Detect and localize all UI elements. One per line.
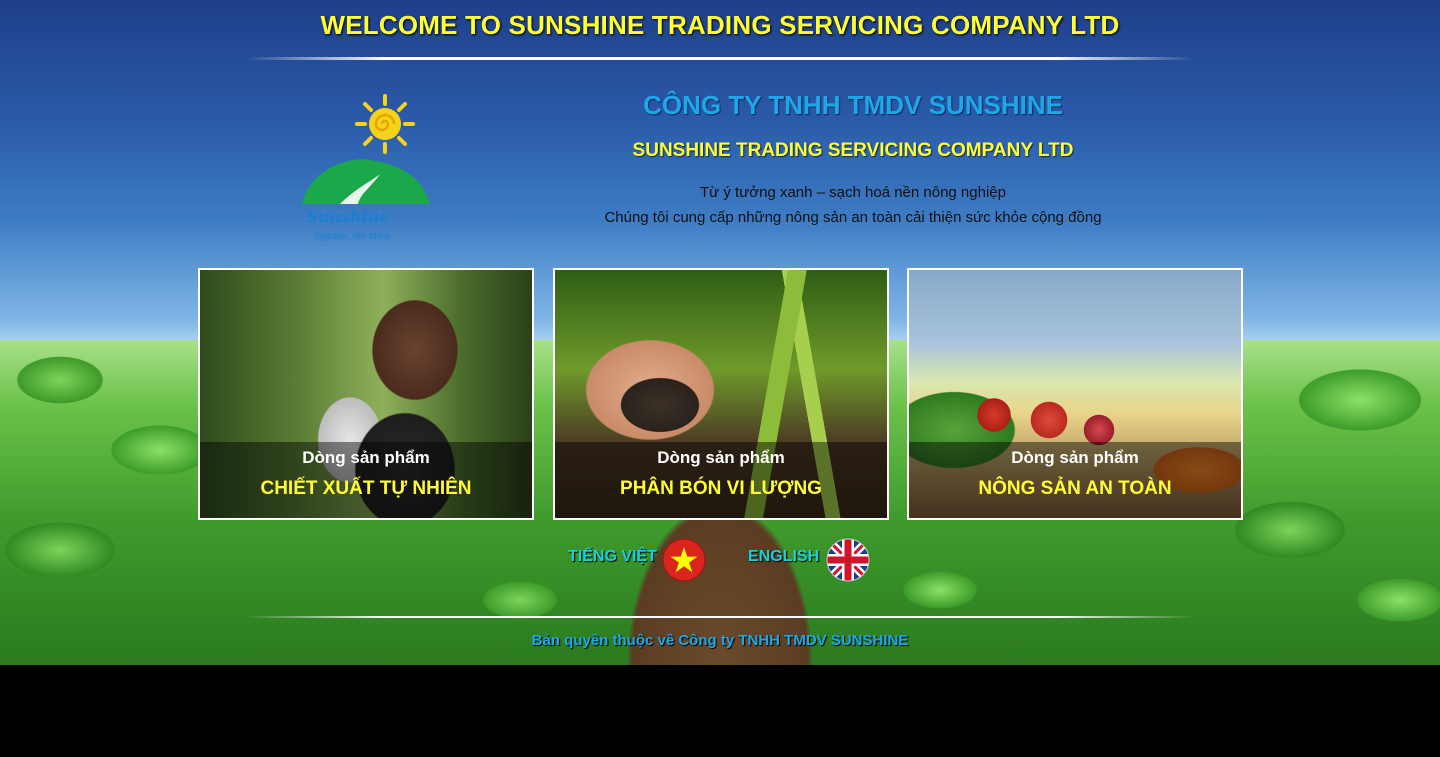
language-link-vietnamese[interactable]: TIẾNG VIỆT [568, 548, 657, 566]
uk-flag-icon[interactable] [826, 538, 870, 582]
company-name-english: SUNSHINE TRADING SERVICING COMPANY LTD [632, 140, 1074, 161]
slogan-line-1: Từ ý tưởng xanh – sạch hoá nền nông nghi… [700, 184, 1006, 201]
sun-icon [355, 94, 415, 154]
copyright-text: Bản quyền thuộc về Công ty TNHH TMDV SUN… [531, 632, 909, 649]
slogan-line-2: Chúng tôi cung cấp những nông sản an toà… [604, 209, 1102, 226]
card-subtitle: Dòng sản phẩm [657, 448, 785, 467]
sunshine-logo[interactable]: Sunshine Together, We Shine [300, 94, 432, 244]
welcome-heading: WELCOME TO SUNSHINE TRADING SERVICING CO… [320, 10, 1120, 40]
header-divider [245, 57, 1195, 60]
logo-tagline-text: Together, We Shine [313, 231, 391, 241]
hill-shape [302, 159, 430, 204]
product-card-natural-extract[interactable]: Dòng sản phẩm CHIẾT XUẤT TỰ NHIÊN [198, 268, 534, 520]
vietnam-flag-icon[interactable] [662, 538, 706, 582]
language-link-english[interactable]: ENGLISH [748, 548, 819, 566]
card-title: PHÂN BÓN VI LƯỢNG [620, 478, 822, 499]
card-title: CHIẾT XUẤT TỰ NHIÊN [260, 478, 472, 499]
product-card-micronutrient-fertilizer[interactable]: Dòng sản phẩm PHÂN BÓN VI LƯỢNG [553, 268, 889, 520]
logo-brand-text: Sunshine [306, 207, 389, 226]
product-card-safe-agriculture[interactable]: Dòng sản phẩm NÔNG SẢN AN TOÀN [907, 268, 1243, 520]
card-title: NÔNG SẢN AN TOÀN [978, 478, 1172, 499]
card-subtitle: Dòng sản phẩm [302, 448, 430, 467]
company-slogan: Từ ý tưởng xanh – sạch hoá nền nông nghi… [560, 180, 1146, 230]
footer-divider [245, 616, 1195, 618]
company-name-vietnamese: CÔNG TY TNHH TMDV SUNSHINE [643, 90, 1063, 120]
card-subtitle: Dòng sản phẩm [1011, 448, 1139, 467]
